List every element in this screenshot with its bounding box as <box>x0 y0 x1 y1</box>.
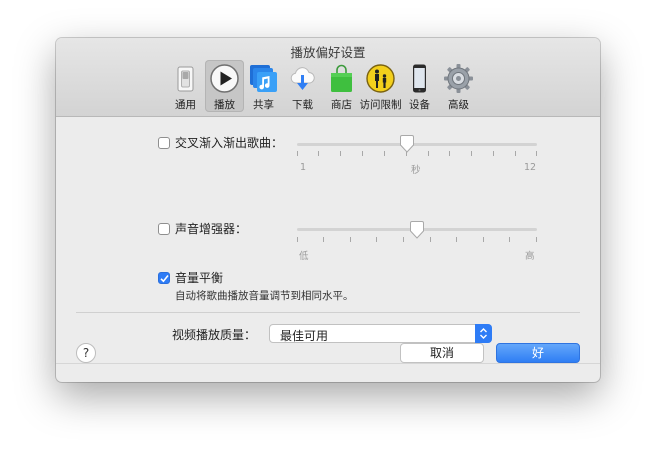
music-share-icon <box>250 65 277 92</box>
tab-playback[interactable]: 播放 <box>205 60 244 112</box>
video-quality-select[interactable]: 最佳可用 <box>269 324 492 343</box>
crossfade-unit-label: 秒 <box>411 165 421 176</box>
parental-restriction-icon <box>366 64 395 93</box>
section-divider <box>76 312 580 313</box>
cloud-download-icon <box>290 67 315 90</box>
crossfade-slider-track[interactable] <box>297 143 537 146</box>
video-quality-label: 视频播放质量： <box>172 328 257 342</box>
cancel-button[interactable]: 取消 <box>400 343 484 363</box>
footer-divider <box>56 363 600 364</box>
tab-advanced-label: 高级 <box>448 99 469 111</box>
tab-store[interactable]: 商店 <box>322 60 361 112</box>
help-button[interactable]: ? <box>76 343 96 363</box>
play-icon <box>210 64 239 93</box>
preferences-toolbar: 通用 播放 共享 下载 商店 访问限制 设备 高级 <box>166 60 478 114</box>
tab-sharing[interactable]: 共享 <box>244 60 283 112</box>
checkmark-icon <box>160 274 169 283</box>
ok-button[interactable]: 好 <box>496 343 580 363</box>
general-switch-icon <box>177 66 194 92</box>
select-stepper-icon <box>475 324 492 343</box>
sound-enhancer-checkbox[interactable] <box>158 223 170 235</box>
window-title: 播放偏好设置 <box>290 45 366 60</box>
preferences-window: 播放偏好设置 通用 播放 共享 下载 商店 访问限制 设备 高级 交叉渐入渐出歌… <box>56 38 600 382</box>
crossfade-slider-knob[interactable] <box>399 135 415 153</box>
tab-downloads[interactable]: 下载 <box>283 60 322 112</box>
title-bar: 播放偏好设置 通用 播放 共享 下载 商店 访问限制 设备 高级 <box>56 38 600 117</box>
sound-enhancer-slider-knob[interactable] <box>409 221 425 239</box>
sound-check-checkbox[interactable] <box>158 272 170 284</box>
video-quality-value: 最佳可用 <box>280 329 329 343</box>
sound-check-label: 音量平衡 <box>175 271 224 285</box>
crossfade-slider-ticks <box>297 151 537 157</box>
crossfade-checkbox[interactable] <box>158 137 170 149</box>
tab-devices[interactable]: 设备 <box>400 60 439 112</box>
tab-general[interactable]: 通用 <box>166 60 205 112</box>
shopping-bag-icon <box>331 64 352 92</box>
crossfade-label: 交叉渐入渐出歌曲： <box>175 136 284 150</box>
sound-check-description: 自动将歌曲播放音量调节到相同水平。 <box>175 290 354 302</box>
iphone-device-icon <box>413 64 426 93</box>
crossfade-min-label: 1 <box>300 162 307 173</box>
crossfade-max-label: 12 <box>524 162 537 173</box>
tab-advanced[interactable]: 高级 <box>439 60 478 112</box>
sound-enhancer-max-label: 高 <box>525 251 535 262</box>
gear-icon <box>444 64 473 93</box>
sound-enhancer-label: 声音增强器： <box>175 222 248 236</box>
tab-restrictions[interactable]: 访问限制 <box>360 60 402 112</box>
sound-enhancer-min-label: 低 <box>299 251 309 262</box>
